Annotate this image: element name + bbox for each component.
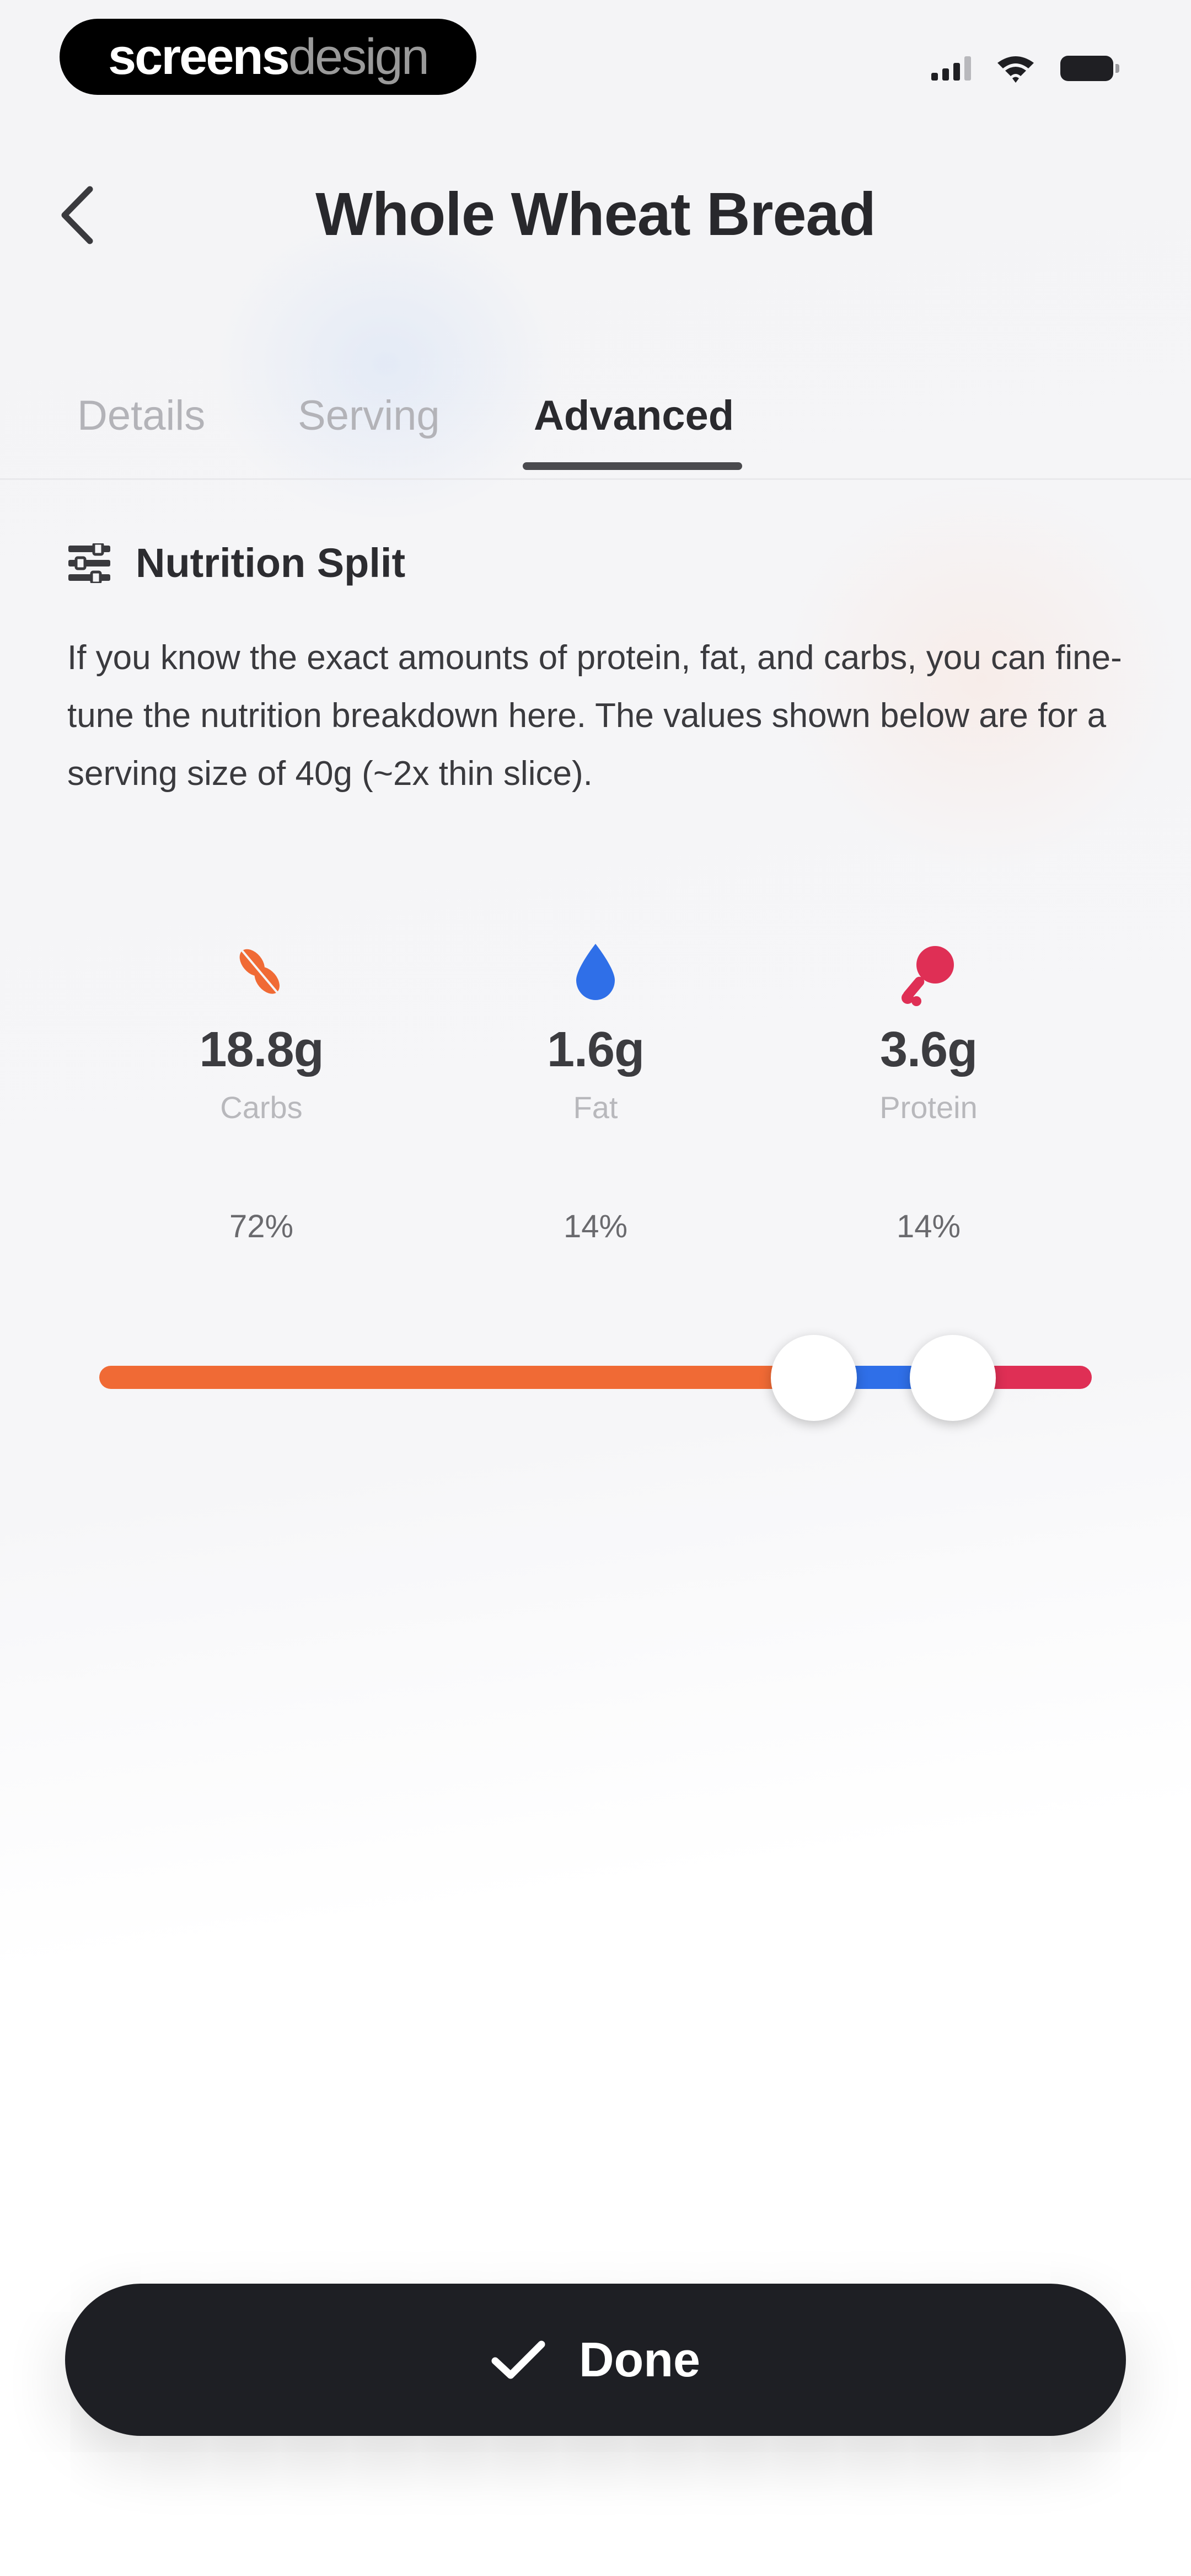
- page-title: Whole Wheat Bread: [315, 180, 876, 248]
- section-title: Nutrition Split: [136, 540, 406, 586]
- section-header: Nutrition Split: [67, 539, 405, 586]
- wheat-icon: [239, 949, 282, 998]
- status-icons: [931, 46, 1119, 90]
- done-button[interactable]: Done: [65, 2284, 1126, 2436]
- battery-icon: [1060, 56, 1119, 81]
- protein-percent: 14%: [896, 1209, 961, 1244]
- tab-bar: Details Serving Advanced: [0, 381, 1191, 480]
- tab-serving[interactable]: Serving: [298, 392, 440, 440]
- macro-protein: 3.6g Protein: [818, 938, 1039, 1125]
- protein-value: 3.6g: [879, 1022, 978, 1077]
- protein-label: Protein: [879, 1090, 978, 1125]
- carbs-value: 18.8g: [199, 1022, 324, 1077]
- carbs-percent: 72%: [229, 1209, 294, 1244]
- macro-carbs: 18.8g Carbs: [151, 938, 372, 1125]
- fat-label: Fat: [573, 1090, 618, 1125]
- carbs-label: Carbs: [220, 1090, 303, 1125]
- active-tab-indicator: [523, 462, 742, 470]
- drop-icon: [576, 944, 615, 1000]
- sliders-icon: [68, 543, 110, 583]
- done-label: Done: [579, 2332, 700, 2387]
- tab-details[interactable]: Details: [77, 392, 205, 440]
- screensdesign-logo: screens design: [60, 19, 476, 95]
- tab-advanced[interactable]: Advanced: [534, 392, 734, 440]
- wifi-icon: [997, 56, 1034, 83]
- checkmark-icon: [491, 2340, 545, 2379]
- fat-percent: 14%: [563, 1209, 628, 1244]
- carbs-fat-slider-handle[interactable]: [771, 1335, 857, 1421]
- macro-fat: 1.6g Fat: [485, 938, 706, 1125]
- fat-protein-slider-handle[interactable]: [910, 1335, 996, 1421]
- screen: screens design Whole Wheat Bread Details …: [0, 0, 1191, 2576]
- section-description: If you know the exact amounts of protein…: [67, 639, 1122, 793]
- drumstick-icon: [902, 946, 954, 1006]
- logo-text-light: design: [288, 29, 430, 85]
- fat-value: 1.6g: [546, 1022, 645, 1077]
- signal-icon: [931, 56, 971, 81]
- logo-text-bold: screens: [108, 29, 290, 85]
- carbs-slider-segment: [99, 1366, 814, 1389]
